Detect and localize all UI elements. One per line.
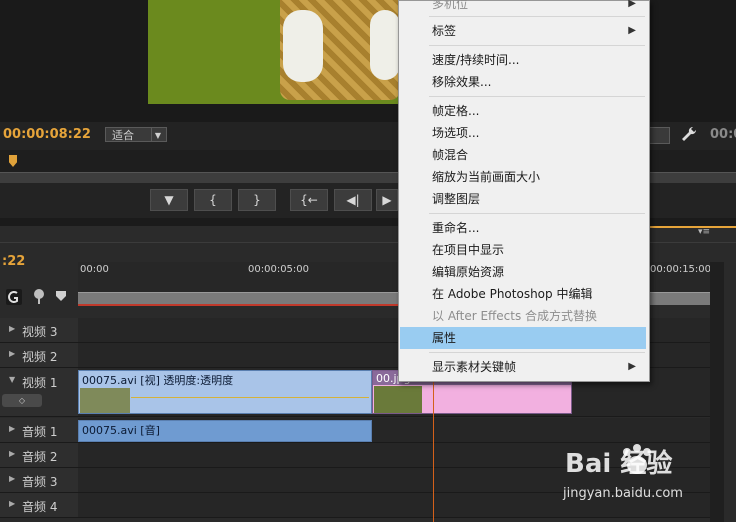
menu-item-speed-duration[interactable]: 速度/持续时间... [400, 49, 646, 71]
expand-triangle-icon[interactable]: ▶ [9, 324, 15, 333]
expand-triangle-icon[interactable]: ▶ [9, 449, 15, 458]
panel-menu-icon[interactable]: ▾≡ [698, 227, 722, 237]
menu-item-frame-hold[interactable]: 帧定格... [400, 100, 646, 122]
ruler-label: 00:00:15:00 [650, 264, 712, 275]
logo-text: Bai 经验 [565, 448, 672, 479]
go-to-in-button[interactable]: {← [290, 189, 328, 211]
ruler-label: 00:00 [80, 264, 109, 275]
track-header[interactable]: ▶ 音频 1 [0, 418, 78, 442]
play-button[interactable]: ▶ [376, 189, 398, 211]
clip-label: 00075.avi [视] 透明度:透明度 [82, 374, 234, 387]
menu-separator [429, 352, 645, 353]
snap-icon[interactable] [6, 289, 22, 305]
marker-icon[interactable] [32, 288, 46, 304]
keyframe-toggle-button[interactable]: ◇ [2, 394, 42, 407]
track-label: 视频 1 [22, 376, 58, 390]
menu-item-frame-blend[interactable]: 帧混合 [400, 144, 646, 166]
track-label: 音频 2 [22, 450, 58, 464]
chevron-down-icon: ▼ [151, 128, 164, 141]
timeline-timecode[interactable]: :22 [2, 254, 25, 269]
expand-triangle-icon[interactable]: ▶ [9, 474, 15, 483]
track-header[interactable]: ▶ 音频 3 [0, 468, 78, 492]
track-header[interactable]: ▶ 音频 4 [0, 493, 78, 517]
track-label: 视频 2 [22, 350, 58, 364]
menu-item-field-options[interactable]: 场选项... [400, 122, 646, 144]
zoom-fit-label: 适合 [112, 129, 134, 142]
clip-label: 00075.avi [音] [82, 424, 160, 437]
context-menu: 多机位 ▶ 标签 ▶ 速度/持续时间... 移除效果... 帧定格... 场选项… [398, 0, 650, 382]
track-label: 音频 4 [22, 500, 58, 514]
menu-item-rename[interactable]: 重命名... [400, 217, 646, 239]
keyframe-marker-icon[interactable] [56, 291, 66, 301]
menu-item-adjustment-layer[interactable]: 调整图层 [400, 188, 646, 210]
render-status-bar [78, 304, 410, 306]
menu-separator [429, 96, 645, 97]
track-label: 音频 1 [22, 425, 58, 439]
menu-item-label: 多机位 [432, 0, 469, 11]
expand-triangle-icon[interactable]: ▶ [9, 499, 15, 508]
zoom-fit-select[interactable]: 适合 ▼ [105, 127, 167, 142]
track-label: 音频 3 [22, 475, 58, 489]
track-header[interactable]: ▶ 视频 2 [0, 343, 78, 367]
mark-in-button[interactable]: { [194, 189, 232, 211]
add-marker-button[interactable]: ▼ [150, 189, 188, 211]
menu-item-edit-original[interactable]: 编辑原始资源 [400, 261, 646, 283]
clip-thumbnail [80, 388, 130, 413]
watermark-url: jingyan.baidu.com [563, 486, 683, 501]
menu-item-edit-in-photoshop[interactable]: 在 Adobe Photoshop 中编辑 [400, 283, 646, 305]
track-header[interactable]: ▼ 视频 1 ◇ [0, 368, 78, 416]
submenu-arrow-icon: ▶ [628, 361, 636, 372]
track-header[interactable]: ▶ 视频 3 [0, 318, 78, 342]
dog-paw-image [283, 10, 323, 82]
wrench-icon[interactable] [680, 125, 698, 143]
submenu-arrow-icon: ▶ [628, 25, 636, 36]
menu-separator [429, 16, 645, 17]
menu-item-scale-to-frame[interactable]: 缩放为当前画面大小 [400, 166, 646, 188]
resolution-select[interactable] [648, 127, 670, 144]
menu-item-label-color[interactable]: 标签 ▶ [400, 20, 646, 42]
submenu-arrow-icon: ▶ [628, 0, 636, 9]
vertical-scrollbar[interactable] [710, 262, 724, 522]
expand-triangle-icon[interactable]: ▶ [9, 424, 15, 433]
menu-separator [429, 213, 645, 214]
menu-item-properties[interactable]: 属性 [400, 327, 646, 349]
mark-out-button[interactable]: } [238, 189, 276, 211]
video-preview [148, 0, 398, 104]
clip-thumbnail [374, 386, 422, 413]
menu-item-multicam: 多机位 ▶ [400, 0, 646, 15]
ruler-label: 00:00:05:00 [248, 264, 310, 275]
current-timecode[interactable]: 00:00:08:22 [3, 127, 91, 142]
opacity-rubberband[interactable] [131, 397, 369, 398]
baidu-jingyan-logo: Bai 经验 [563, 440, 733, 480]
collapse-triangle-icon[interactable]: ▼ [9, 375, 15, 384]
menu-item-remove-effects[interactable]: 移除效果... [400, 71, 646, 93]
audio-clip[interactable]: 00075.avi [音] [78, 420, 372, 442]
menu-separator [429, 45, 645, 46]
track-label: 视频 3 [22, 325, 58, 339]
menu-item-replace-with-ae: 以 After Effects 合成方式替换 [432, 309, 598, 323]
menu-item-reveal-in-project[interactable]: 在项目中显示 [400, 239, 646, 261]
menu-item-label: 显示素材关键帧 [432, 360, 517, 374]
paw-logo-icon: Bai 经验 [565, 444, 672, 479]
duration-timecode: 00:0 [710, 127, 736, 142]
menu-item-label: 标签 [432, 24, 457, 38]
video-clip[interactable]: 00075.avi [视] 透明度:透明度 [78, 370, 372, 414]
dog-paw-image [370, 10, 398, 80]
expand-triangle-icon[interactable]: ▶ [9, 349, 15, 358]
step-back-button[interactable]: ◀| [334, 189, 372, 211]
track-header[interactable]: ▶ 音频 2 [0, 443, 78, 467]
menu-item-show-clip-keyframes[interactable]: 显示素材关键帧 ▶ [400, 356, 646, 378]
